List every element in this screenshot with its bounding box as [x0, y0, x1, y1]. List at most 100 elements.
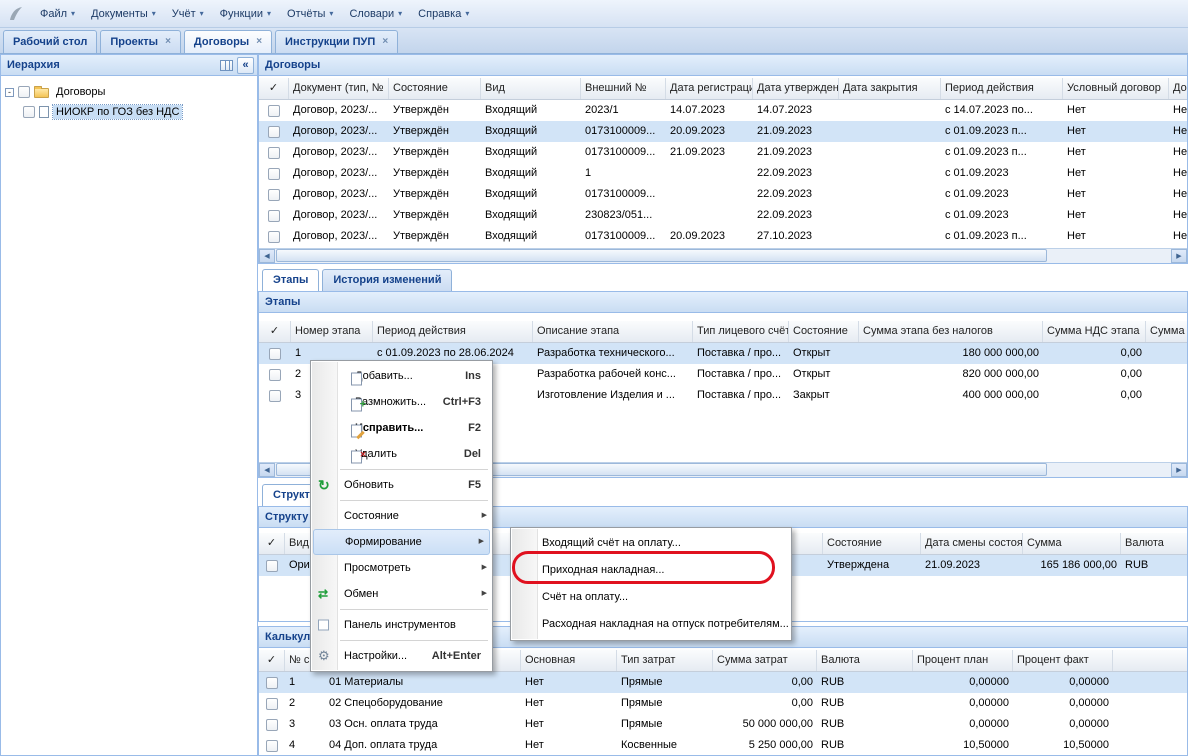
table-cell[interactable]: 0,00: [713, 672, 817, 693]
table-cell[interactable]: [839, 226, 941, 247]
table-cell[interactable]: Договор, 2023/...: [289, 226, 389, 247]
column-header[interactable]: Номер этапа: [291, 321, 373, 342]
table-cell[interactable]: 0,00: [1043, 364, 1146, 385]
column-header[interactable]: Дата смены состоя: [921, 533, 1023, 554]
table-cell[interactable]: 820 000 000,00: [859, 364, 1043, 385]
row-checkbox[interactable]: [266, 560, 278, 572]
column-header[interactable]: ✓: [259, 533, 285, 554]
table-cell[interactable]: 0,00: [1043, 343, 1146, 364]
table-cell[interactable]: 0,00000: [913, 672, 1013, 693]
context-menu-item[interactable]: ↻ОбновитьF5: [311, 472, 492, 498]
table-cell[interactable]: 22.09.2023: [753, 163, 839, 184]
column-header[interactable]: Процент факт: [1013, 650, 1113, 671]
table-cell[interactable]: 03 Осн. оплата труда: [325, 714, 521, 735]
tree-node[interactable]: НИОКР по ГОЗ без НДС: [1, 102, 257, 122]
table-cell[interactable]: Нет: [521, 714, 617, 735]
table-cell[interactable]: 01 Материалы: [325, 672, 521, 693]
column-header[interactable]: ✓: [259, 650, 285, 671]
horizontal-scrollbar[interactable]: ◀ ▶: [259, 248, 1187, 263]
table-cell[interactable]: Утверждена: [823, 555, 921, 576]
column-header[interactable]: Вид: [481, 78, 581, 99]
table-row[interactable]: 404 Доп. оплата трудаНетКосвенные5 250 0…: [259, 735, 1187, 756]
scroll-track[interactable]: [275, 249, 1171, 263]
table-cell[interactable]: 230823/051...: [581, 205, 666, 226]
column-header[interactable]: Валюта: [817, 650, 913, 671]
table-cell[interactable]: Входящий: [481, 163, 581, 184]
table-cell[interactable]: 22.09.2023: [753, 205, 839, 226]
table-cell[interactable]: с 14.07.2023 по...: [941, 100, 1063, 121]
close-icon[interactable]: ×: [382, 37, 388, 47]
column-header[interactable]: Процент план: [913, 650, 1013, 671]
scroll-left-icon[interactable]: ◀: [259, 463, 275, 477]
menubar-item[interactable]: Учёт▾: [164, 5, 212, 23]
submenu-item[interactable]: Входящий счёт на оплату...: [511, 530, 791, 557]
row-checkbox[interactable]: [268, 231, 280, 243]
column-header[interactable]: До...: [1169, 78, 1187, 99]
table-cell[interactable]: RUB: [817, 735, 913, 756]
table-cell[interactable]: Не...: [1169, 205, 1187, 226]
table-cell[interactable]: 20.09.2023: [666, 226, 753, 247]
table-cell[interactable]: Договор, 2023/...: [289, 121, 389, 142]
table-cell[interactable]: Поставка / про...: [693, 364, 789, 385]
row-checkbox[interactable]: [268, 126, 280, 138]
table-cell[interactable]: 0173100009...: [581, 142, 666, 163]
table-cell[interactable]: [839, 121, 941, 142]
table-cell[interactable]: Не...: [1169, 163, 1187, 184]
table-cell[interactable]: с 01.09.2023: [941, 184, 1063, 205]
table-row[interactable]: 303 Осн. оплата трудаНетПрямые50 000 000…: [259, 714, 1187, 735]
scroll-right-icon[interactable]: ▶: [1171, 463, 1187, 477]
table-cell[interactable]: Утверждён: [389, 163, 481, 184]
context-menu-item[interactable]: Панель инструментов: [311, 612, 492, 638]
table-row[interactable]: 101 МатериалыНетПрямые0,00RUB0,000000,00…: [259, 672, 1187, 693]
context-menu-item[interactable]: Добавить...Ins: [311, 363, 492, 389]
table-row[interactable]: Договор, 2023/...УтверждёнВходящий122.09…: [259, 163, 1187, 184]
scroll-left-icon[interactable]: ◀: [259, 249, 275, 263]
scroll-right-icon[interactable]: ▶: [1171, 249, 1187, 263]
table-cell[interactable]: Утверждён: [389, 226, 481, 247]
table-cell[interactable]: с 01.09.2023 п...: [941, 226, 1063, 247]
table-cell[interactable]: Утверждён: [389, 205, 481, 226]
table-cell[interactable]: Утверждён: [389, 121, 481, 142]
table-cell[interactable]: 10,50000: [913, 735, 1013, 756]
column-header[interactable]: Дата закрытия: [839, 78, 941, 99]
table-cell[interactable]: 0,00: [713, 693, 817, 714]
row-checkbox[interactable]: [268, 189, 280, 201]
table-row[interactable]: Договор, 2023/...УтверждёнВходящий230823…: [259, 205, 1187, 226]
table-cell[interactable]: 22.09.2023: [753, 184, 839, 205]
row-checkbox[interactable]: [266, 677, 278, 689]
column-header[interactable]: Основная: [521, 650, 617, 671]
table-cell[interactable]: Открыт: [789, 343, 859, 364]
table-cell[interactable]: Нет: [1063, 226, 1169, 247]
table-cell[interactable]: Нет: [521, 693, 617, 714]
table-cell[interactable]: 1: [581, 163, 666, 184]
context-menu-item[interactable]: УдалитьDel: [311, 441, 492, 467]
table-cell[interactable]: RUB: [817, 693, 913, 714]
table-cell[interactable]: RUB: [817, 672, 913, 693]
table-cell[interactable]: Поставка / про...: [693, 385, 789, 406]
column-header[interactable]: ✓: [259, 78, 289, 99]
close-icon[interactable]: ×: [256, 37, 262, 47]
table-cell[interactable]: Входящий: [481, 142, 581, 163]
column-header[interactable]: Состояние: [389, 78, 481, 99]
table-cell[interactable]: [839, 205, 941, 226]
table-cell[interactable]: 50 000 000,00: [713, 714, 817, 735]
table-cell[interactable]: Прямые: [617, 714, 713, 735]
submenu-item[interactable]: Расходная накладная на отпуск потребител…: [511, 611, 791, 638]
table-cell[interactable]: Договор, 2023/...: [289, 142, 389, 163]
column-header[interactable]: ✓: [259, 321, 291, 342]
workspace-tab[interactable]: Договоры×: [184, 30, 272, 53]
table-cell[interactable]: Входящий: [481, 121, 581, 142]
table-cell[interactable]: с 01.09.2023: [941, 163, 1063, 184]
column-header[interactable]: Сумма НДС этапа: [1043, 321, 1146, 342]
row-checkbox[interactable]: [269, 348, 281, 360]
table-cell[interactable]: 04 Доп. оплата труда: [325, 735, 521, 756]
table-cell[interactable]: 21.09.2023: [921, 555, 1023, 576]
column-header[interactable]: Дата регистрации: [666, 78, 753, 99]
table-row[interactable]: 202 СпецоборудованиеНетПрямые0,00RUB0,00…: [259, 693, 1187, 714]
table-cell[interactable]: Договор, 2023/...: [289, 205, 389, 226]
close-icon[interactable]: ×: [165, 37, 171, 47]
table-cell[interactable]: Прямые: [617, 672, 713, 693]
row-checkbox[interactable]: [266, 698, 278, 710]
table-cell[interactable]: Входящий: [481, 226, 581, 247]
column-header[interactable]: Внешний №: [581, 78, 666, 99]
